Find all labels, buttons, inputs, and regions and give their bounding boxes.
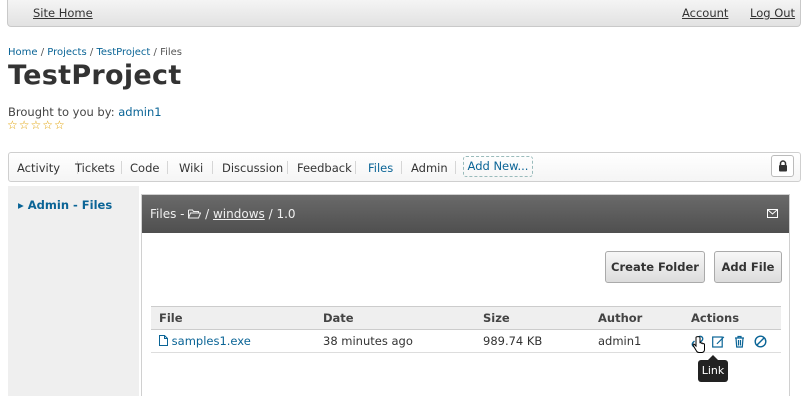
tab-code[interactable]: Code xyxy=(130,161,159,175)
tab-admin[interactable]: Admin xyxy=(411,161,448,175)
create-folder-button[interactable]: Create Folder xyxy=(605,251,705,283)
site-home-link[interactable]: Site Home xyxy=(33,6,93,20)
sidebar-item-admin-files[interactable]: ▸ Admin - Files xyxy=(18,198,112,212)
rating-stars[interactable]: ☆☆☆☆☆ xyxy=(7,118,66,132)
col-file[interactable]: File xyxy=(151,306,315,330)
col-date[interactable]: Date xyxy=(315,306,475,330)
add-file-button[interactable]: Add File xyxy=(714,251,782,283)
account-link[interactable]: Account xyxy=(682,6,728,20)
col-author[interactable]: Author xyxy=(590,306,683,330)
tab-discussion[interactable]: Discussion xyxy=(222,161,283,175)
file-size: 989.74 KB xyxy=(475,329,590,353)
hand-cursor-icon xyxy=(692,336,705,353)
tab-wiki[interactable]: Wiki xyxy=(179,161,203,175)
panel-header: Files - / windows / 1.0 xyxy=(142,195,789,233)
col-actions: Actions xyxy=(683,306,781,330)
tab-activity[interactable]: Activity xyxy=(17,161,60,175)
folder-open-icon xyxy=(188,209,202,219)
file-link[interactable]: samples1.exe xyxy=(172,334,251,348)
files-panel: Files - / windows / 1.0 Create Folder Ad… xyxy=(141,194,790,396)
author-link[interactable]: admin1 xyxy=(118,105,161,119)
page-title: TestProject xyxy=(8,60,182,91)
tab-add-new[interactable]: Add New... xyxy=(463,156,533,177)
breadcrumb-projects[interactable]: Projects xyxy=(47,47,86,58)
tab-files[interactable]: Files xyxy=(368,161,393,175)
lock-button[interactable] xyxy=(771,155,794,177)
envelope-icon[interactable] xyxy=(767,209,778,218)
top-bar: Site Home Account Log Out xyxy=(7,0,801,27)
tab-feedback[interactable]: Feedback xyxy=(297,161,352,175)
file-date: 38 minutes ago xyxy=(315,329,475,353)
logout-link[interactable]: Log Out xyxy=(750,6,795,20)
link-tooltip: Link xyxy=(698,355,728,382)
project-byline: Brought to you by: admin1 xyxy=(8,105,162,119)
lock-icon xyxy=(778,160,787,172)
breadcrumb-project[interactable]: TestProject xyxy=(96,47,150,58)
col-size[interactable]: Size xyxy=(475,306,590,330)
table-row: samples1.exe 38 minutes ago 989.74 KB ad… xyxy=(151,329,781,353)
block-icon[interactable] xyxy=(754,335,767,348)
trash-icon[interactable] xyxy=(733,335,746,348)
folder-link-windows[interactable]: windows xyxy=(213,207,265,221)
file-icon xyxy=(159,335,168,346)
tab-tickets[interactable]: Tickets xyxy=(75,161,115,175)
file-author: admin1 xyxy=(590,329,683,353)
breadcrumb-current: Files xyxy=(160,47,183,58)
sidebar: ▸ Admin - Files xyxy=(8,186,139,396)
panel-title: Files - / windows / 1.0 xyxy=(150,207,296,221)
edit-icon[interactable] xyxy=(712,335,725,348)
breadcrumb: Home / Projects / TestProject / Files xyxy=(8,47,183,58)
breadcrumb-home[interactable]: Home xyxy=(8,47,38,58)
project-tabs: Activity Tickets Code Wiki Discussion Fe… xyxy=(8,152,801,182)
files-table: File Date Size Author Actions samples1.e… xyxy=(151,306,781,353)
